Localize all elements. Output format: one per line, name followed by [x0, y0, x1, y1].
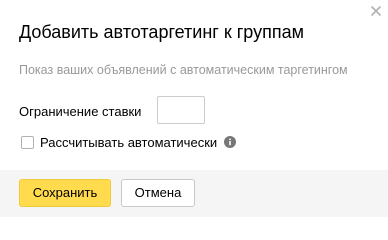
bid-limit-label: Ограничение ставки	[19, 104, 142, 119]
add-autotargeting-dialog: Добавить автотаргетинг к группам Показ в…	[0, 0, 388, 217]
save-button[interactable]: Сохранить	[19, 179, 111, 207]
close-icon[interactable]	[370, 5, 382, 17]
cancel-button[interactable]: Отмена	[121, 179, 195, 207]
dialog-title: Добавить автотаргетинг к группам	[19, 22, 304, 42]
auto-calc-checkbox[interactable]	[21, 136, 34, 149]
bid-limit-input[interactable]	[157, 96, 205, 124]
dialog-footer: Сохранить Отмена	[0, 170, 388, 217]
auto-calc-row: Рассчитывать автоматически	[19, 134, 279, 152]
auto-calc-label[interactable]: Рассчитывать автоматически	[40, 135, 217, 151]
info-icon[interactable]	[224, 136, 236, 148]
dialog-subtitle: Показ ваших объявлений с автоматическим …	[19, 63, 348, 77]
bid-limit-row: Ограничение ставки	[19, 96, 319, 126]
